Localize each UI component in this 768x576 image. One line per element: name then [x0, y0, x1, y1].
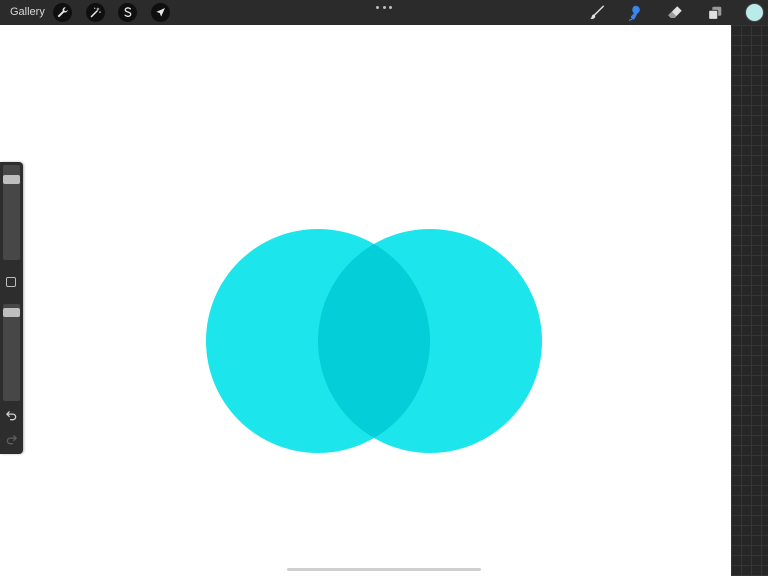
- home-indicator: [287, 568, 481, 571]
- modify-square-icon[interactable]: [6, 277, 16, 287]
- transform-button[interactable]: [151, 3, 170, 22]
- top-toolbar: Gallery: [0, 0, 768, 26]
- selection-s-icon: [124, 7, 132, 17]
- selection-button[interactable]: [118, 3, 137, 22]
- redo-button[interactable]: [4, 432, 19, 447]
- redo-icon: [6, 435, 17, 445]
- brush-button[interactable]: [587, 3, 607, 23]
- wrench-icon: [57, 7, 68, 18]
- eraser-button[interactable]: [665, 3, 685, 23]
- undo-button[interactable]: [4, 408, 19, 423]
- layers-icon: [708, 6, 722, 20]
- brush-size-thumb[interactable]: [3, 175, 20, 184]
- layers-button[interactable]: [705, 3, 725, 23]
- transform-arrow-icon: [156, 8, 165, 17]
- procreate-app: Gallery: [0, 0, 768, 576]
- magic-wand-icon: [90, 7, 101, 18]
- opacity-thumb[interactable]: [3, 308, 20, 317]
- drawing-canvas[interactable]: [0, 25, 731, 576]
- left-sidebar: [0, 162, 23, 454]
- adjustments-button[interactable]: [86, 3, 105, 22]
- brush-size-slider[interactable]: [3, 165, 20, 260]
- brush-icon: [590, 5, 605, 19]
- smudge-button[interactable]: [625, 3, 645, 23]
- gallery-button[interactable]: Gallery: [10, 5, 45, 19]
- color-swatch[interactable]: [745, 3, 764, 22]
- smudge-icon: [629, 5, 640, 21]
- canvas-artwork: [206, 229, 542, 453]
- right-panel-background: [731, 25, 768, 576]
- undo-icon: [6, 411, 17, 421]
- more-dots-icon[interactable]: [376, 3, 392, 11]
- actions-button[interactable]: [53, 3, 72, 22]
- opacity-slider[interactable]: [3, 304, 20, 401]
- eraser-icon: [668, 6, 682, 18]
